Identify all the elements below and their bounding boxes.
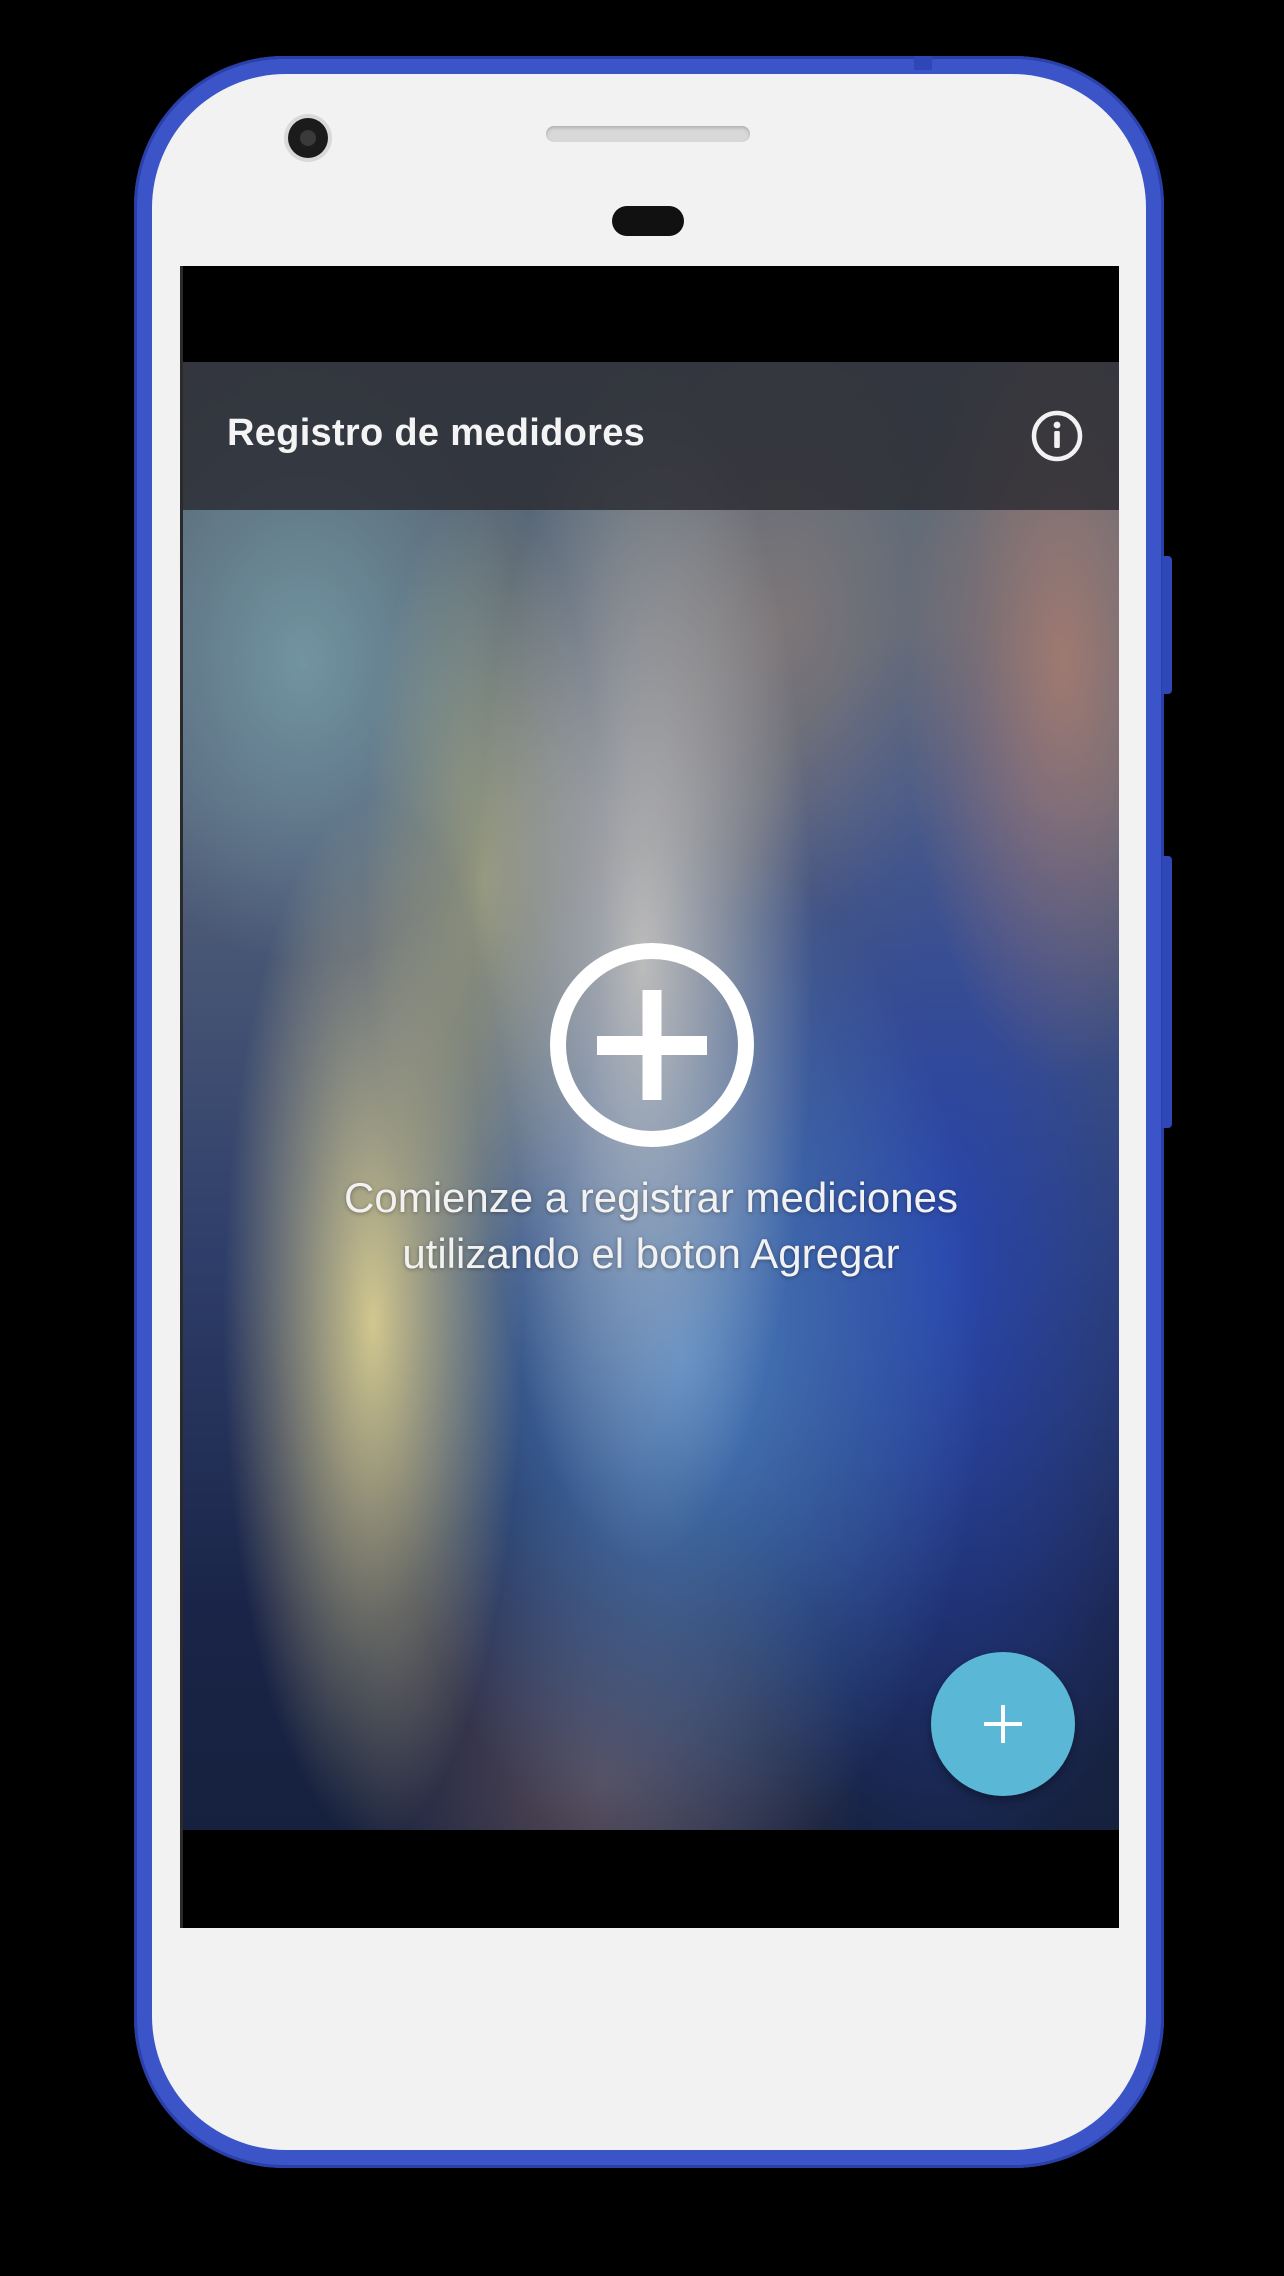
front-camera — [288, 118, 328, 158]
app-content: Registro de medidores Comienze a registr… — [183, 362, 1119, 1830]
device-mockup: Registro de medidores Comienze a registr… — [0, 0, 1284, 2276]
info-icon[interactable] — [1029, 408, 1085, 464]
status-bar — [183, 266, 1119, 362]
volume-button — [1162, 856, 1172, 1128]
app-title: Registro de medidores — [227, 412, 646, 454]
empty-state-message: Comienze a registrar mediciones utilizan… — [183, 1170, 1119, 1282]
plus-icon — [984, 1705, 1022, 1743]
empty-state-line-1: Comienze a registrar mediciones — [344, 1174, 958, 1221]
app-bar: Registro de medidores — [183, 362, 1119, 510]
add-circle-icon — [547, 940, 757, 1150]
phone-screen: Registro de medidores Comienze a registr… — [180, 266, 1119, 1928]
empty-state-line-2: utilizando el boton Agregar — [402, 1230, 900, 1277]
earpiece-speaker — [546, 126, 750, 142]
top-button — [914, 56, 932, 70]
add-button[interactable] — [931, 1652, 1075, 1796]
proximity-sensor — [612, 206, 684, 236]
navigation-bar — [183, 1830, 1119, 1928]
power-button — [1162, 556, 1172, 694]
